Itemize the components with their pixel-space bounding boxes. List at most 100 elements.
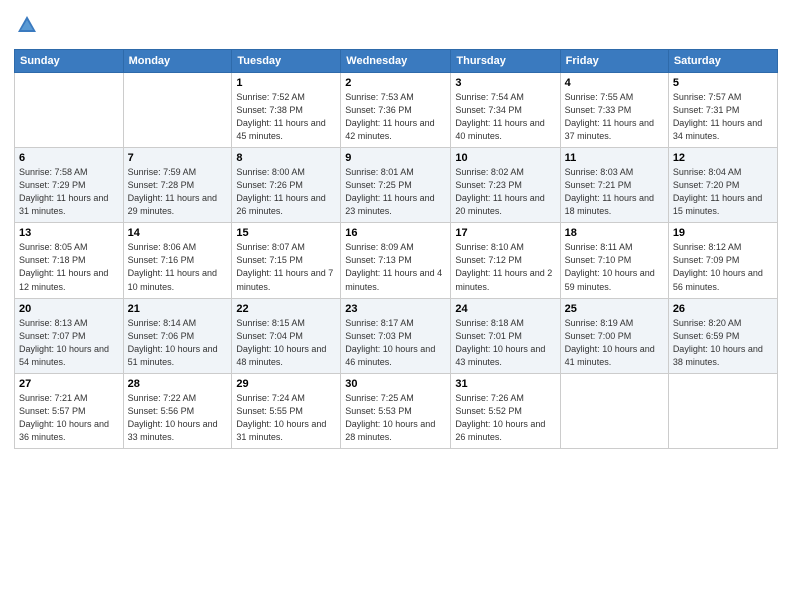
day-number: 20 <box>19 303 119 315</box>
day-cell <box>668 373 777 448</box>
day-cell: 2 Sunrise: 7:53 AM Sunset: 7:36 PM Daylig… <box>341 73 451 148</box>
week-row-4: 20 Sunrise: 8:13 AM Sunset: 7:07 PM Dayli… <box>15 298 778 373</box>
day-info: Sunrise: 8:07 AM Sunset: 7:15 PM Dayligh… <box>236 241 336 293</box>
day-info: Sunrise: 7:57 AM Sunset: 7:31 PM Dayligh… <box>673 91 773 143</box>
header-cell-monday: Monday <box>123 50 232 73</box>
week-row-5: 27 Sunrise: 7:21 AM Sunset: 5:57 PM Dayli… <box>15 373 778 448</box>
day-number: 8 <box>236 152 336 164</box>
week-row-2: 6 Sunrise: 7:58 AM Sunset: 7:29 PM Daylig… <box>15 148 778 223</box>
day-number: 14 <box>128 227 228 239</box>
day-number: 1 <box>236 77 336 89</box>
day-info: Sunrise: 8:01 AM Sunset: 7:25 PM Dayligh… <box>345 166 446 218</box>
day-info: Sunrise: 8:03 AM Sunset: 7:21 PM Dayligh… <box>565 166 664 218</box>
header-cell-sunday: Sunday <box>15 50 124 73</box>
header-cell-wednesday: Wednesday <box>341 50 451 73</box>
day-info: Sunrise: 7:21 AM Sunset: 5:57 PM Dayligh… <box>19 392 119 444</box>
day-number: 17 <box>455 227 555 239</box>
day-info: Sunrise: 8:13 AM Sunset: 7:07 PM Dayligh… <box>19 317 119 369</box>
day-cell: 6 Sunrise: 7:58 AM Sunset: 7:29 PM Daylig… <box>15 148 124 223</box>
day-cell: 7 Sunrise: 7:59 AM Sunset: 7:28 PM Daylig… <box>123 148 232 223</box>
day-info: Sunrise: 8:18 AM Sunset: 7:01 PM Dayligh… <box>455 317 555 369</box>
day-number: 10 <box>455 152 555 164</box>
day-cell: 14 Sunrise: 8:06 AM Sunset: 7:16 PM Dayli… <box>123 223 232 298</box>
day-number: 16 <box>345 227 446 239</box>
day-number: 6 <box>19 152 119 164</box>
day-info: Sunrise: 7:58 AM Sunset: 7:29 PM Dayligh… <box>19 166 119 218</box>
day-number: 29 <box>236 378 336 390</box>
day-number: 31 <box>455 378 555 390</box>
day-number: 2 <box>345 77 446 89</box>
day-cell: 28 Sunrise: 7:22 AM Sunset: 5:56 PM Dayli… <box>123 373 232 448</box>
day-info: Sunrise: 8:09 AM Sunset: 7:13 PM Dayligh… <box>345 241 446 293</box>
day-number: 9 <box>345 152 446 164</box>
day-info: Sunrise: 7:22 AM Sunset: 5:56 PM Dayligh… <box>128 392 228 444</box>
day-number: 24 <box>455 303 555 315</box>
day-info: Sunrise: 7:26 AM Sunset: 5:52 PM Dayligh… <box>455 392 555 444</box>
day-cell: 9 Sunrise: 8:01 AM Sunset: 7:25 PM Daylig… <box>341 148 451 223</box>
day-number: 25 <box>565 303 664 315</box>
day-info: Sunrise: 7:25 AM Sunset: 5:53 PM Dayligh… <box>345 392 446 444</box>
day-cell: 16 Sunrise: 8:09 AM Sunset: 7:13 PM Dayli… <box>341 223 451 298</box>
calendar-table: SundayMondayTuesdayWednesdayThursdayFrid… <box>14 49 778 449</box>
day-info: Sunrise: 8:02 AM Sunset: 7:23 PM Dayligh… <box>455 166 555 218</box>
day-cell: 17 Sunrise: 8:10 AM Sunset: 7:12 PM Dayli… <box>451 223 560 298</box>
day-cell: 23 Sunrise: 8:17 AM Sunset: 7:03 PM Dayli… <box>341 298 451 373</box>
day-number: 13 <box>19 227 119 239</box>
week-row-3: 13 Sunrise: 8:05 AM Sunset: 7:18 PM Dayli… <box>15 223 778 298</box>
day-cell: 18 Sunrise: 8:11 AM Sunset: 7:10 PM Dayli… <box>560 223 668 298</box>
header-cell-tuesday: Tuesday <box>232 50 341 73</box>
day-info: Sunrise: 8:14 AM Sunset: 7:06 PM Dayligh… <box>128 317 228 369</box>
day-number: 26 <box>673 303 773 315</box>
day-cell: 4Sunrise: 7:55 AM Sunset: 7:33 PM Daylig… <box>560 73 668 148</box>
day-cell: 29Sunrise: 7:24 AM Sunset: 5:55 PM Dayli… <box>232 373 341 448</box>
day-cell: 22Sunrise: 8:15 AM Sunset: 7:04 PM Dayli… <box>232 298 341 373</box>
header-cell-saturday: Saturday <box>668 50 777 73</box>
day-info: Sunrise: 8:17 AM Sunset: 7:03 PM Dayligh… <box>345 317 446 369</box>
day-info: Sunrise: 8:06 AM Sunset: 7:16 PM Dayligh… <box>128 241 228 293</box>
day-info: Sunrise: 8:11 AM Sunset: 7:10 PM Dayligh… <box>565 241 664 293</box>
day-cell <box>560 373 668 448</box>
day-number: 23 <box>345 303 446 315</box>
day-cell: 5 Sunrise: 7:57 AM Sunset: 7:31 PM Daylig… <box>668 73 777 148</box>
day-cell: 11Sunrise: 8:03 AM Sunset: 7:21 PM Dayli… <box>560 148 668 223</box>
day-info: Sunrise: 8:12 AM Sunset: 7:09 PM Dayligh… <box>673 241 773 293</box>
day-info: Sunrise: 7:52 AM Sunset: 7:38 PM Dayligh… <box>236 91 336 143</box>
day-cell: 26 Sunrise: 8:20 AM Sunset: 6:59 PM Dayli… <box>668 298 777 373</box>
day-number: 27 <box>19 378 119 390</box>
day-info: Sunrise: 7:59 AM Sunset: 7:28 PM Dayligh… <box>128 166 228 218</box>
day-cell: 12Sunrise: 8:04 AM Sunset: 7:20 PM Dayli… <box>668 148 777 223</box>
day-number: 18 <box>565 227 664 239</box>
week-row-1: 1 Sunrise: 7:52 AM Sunset: 7:38 PM Daylig… <box>15 73 778 148</box>
day-number: 15 <box>236 227 336 239</box>
day-number: 4 <box>565 77 664 89</box>
day-info: Sunrise: 8:20 AM Sunset: 6:59 PM Dayligh… <box>673 317 773 369</box>
day-cell: 13 Sunrise: 8:05 AM Sunset: 7:18 PM Dayli… <box>15 223 124 298</box>
day-cell: 30 Sunrise: 7:25 AM Sunset: 5:53 PM Dayli… <box>341 373 451 448</box>
day-info: Sunrise: 8:10 AM Sunset: 7:12 PM Dayligh… <box>455 241 555 293</box>
day-number: 30 <box>345 378 446 390</box>
day-number: 3 <box>455 77 555 89</box>
day-cell: 21 Sunrise: 8:14 AM Sunset: 7:06 PM Dayli… <box>123 298 232 373</box>
day-cell: 24 Sunrise: 8:18 AM Sunset: 7:01 PM Dayli… <box>451 298 560 373</box>
header-row: SundayMondayTuesdayWednesdayThursdayFrid… <box>15 50 778 73</box>
day-info: Sunrise: 7:53 AM Sunset: 7:36 PM Dayligh… <box>345 91 446 143</box>
day-cell: 15 Sunrise: 8:07 AM Sunset: 7:15 PM Dayli… <box>232 223 341 298</box>
day-cell: 27 Sunrise: 7:21 AM Sunset: 5:57 PM Dayli… <box>15 373 124 448</box>
header <box>14 10 778 41</box>
day-cell: 31 Sunrise: 7:26 AM Sunset: 5:52 PM Dayli… <box>451 373 560 448</box>
day-info: Sunrise: 8:05 AM Sunset: 7:18 PM Dayligh… <box>19 241 119 293</box>
day-number: 7 <box>128 152 228 164</box>
day-cell: 3Sunrise: 7:54 AM Sunset: 7:34 PM Daylig… <box>451 73 560 148</box>
day-number: 21 <box>128 303 228 315</box>
day-number: 5 <box>673 77 773 89</box>
page-container: SundayMondayTuesdayWednesdayThursdayFrid… <box>0 0 792 459</box>
day-number: 22 <box>236 303 336 315</box>
header-cell-friday: Friday <box>560 50 668 73</box>
day-number: 28 <box>128 378 228 390</box>
day-cell <box>123 73 232 148</box>
calendar-header: SundayMondayTuesdayWednesdayThursdayFrid… <box>15 50 778 73</box>
calendar-body: 1 Sunrise: 7:52 AM Sunset: 7:38 PM Daylig… <box>15 73 778 449</box>
day-cell: 10 Sunrise: 8:02 AM Sunset: 7:23 PM Dayli… <box>451 148 560 223</box>
day-cell: 8Sunrise: 8:00 AM Sunset: 7:26 PM Daylig… <box>232 148 341 223</box>
logo-icon <box>16 14 38 36</box>
